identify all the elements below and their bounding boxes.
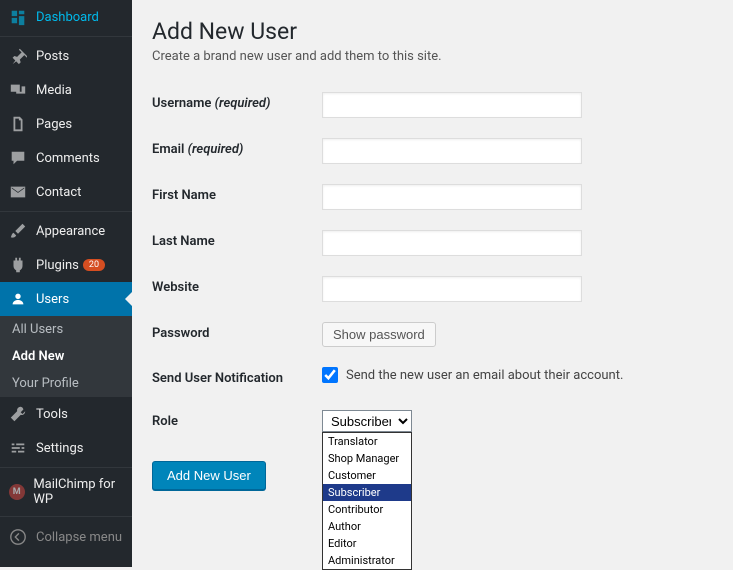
sliders-icon	[8, 438, 28, 458]
sidebar-item-pages[interactable]: Pages	[0, 107, 132, 141]
role-option-subscriber[interactable]: Subscriber	[323, 484, 411, 501]
envelope-icon	[8, 182, 28, 202]
wrench-icon	[8, 404, 28, 424]
menu-label: Comments	[36, 151, 100, 166]
role-select[interactable]: Subscriber	[322, 410, 412, 432]
brush-icon	[8, 221, 28, 241]
menu-label: Dashboard	[36, 10, 99, 25]
role-option-editor[interactable]: Editor	[323, 535, 411, 552]
role-option-contributor[interactable]: Contributor	[323, 501, 411, 518]
sidebar-item-mailchimp[interactable]: M MailChimp for WP	[0, 470, 132, 514]
menu-label: Contact	[36, 185, 81, 200]
collapse-menu[interactable]: Collapse menu	[0, 519, 132, 555]
update-badge: 20	[83, 259, 105, 271]
menu-label: Plugins	[36, 258, 79, 273]
firstname-input[interactable]	[322, 184, 582, 210]
role-option-translator[interactable]: Translator	[323, 433, 411, 450]
notification-label: Send User Notification	[152, 357, 322, 400]
role-dropdown-list: Translator Shop Manager Customer Subscri…	[322, 432, 412, 570]
sidebar-item-users[interactable]: Users	[0, 282, 132, 316]
menu-label: Users	[36, 292, 69, 307]
media-icon	[8, 80, 28, 100]
sidebar-item-plugins[interactable]: Plugins 20	[0, 248, 132, 282]
menu-label: Media	[36, 83, 72, 98]
submenu-your-profile[interactable]: Your Profile	[0, 370, 132, 397]
password-label: Password	[152, 312, 322, 357]
website-input[interactable]	[322, 276, 582, 302]
admin-sidebar: Dashboard Posts Media Pages Comments Con…	[0, 0, 132, 567]
sidebar-item-settings[interactable]: Settings	[0, 431, 132, 465]
sidebar-item-contact[interactable]: Contact	[0, 175, 132, 209]
firstname-label: First Name	[152, 174, 322, 220]
submenu-add-new[interactable]: Add New	[0, 343, 132, 370]
role-label: Role	[152, 400, 322, 443]
comments-icon	[8, 148, 28, 168]
role-option-author[interactable]: Author	[323, 518, 411, 535]
sidebar-item-dashboard[interactable]: Dashboard	[0, 0, 132, 34]
menu-label: Posts	[36, 49, 69, 64]
users-icon	[8, 289, 28, 309]
role-option-customer[interactable]: Customer	[323, 467, 411, 484]
menu-label: Tools	[36, 407, 68, 422]
role-option-shop-manager[interactable]: Shop Manager	[323, 450, 411, 467]
username-input[interactable]	[322, 92, 582, 118]
notification-checkbox[interactable]	[322, 367, 338, 383]
menu-label: Appearance	[36, 224, 105, 239]
email-label: Email (required)	[152, 128, 322, 174]
notification-text: Send the new user an email about their a…	[346, 368, 623, 383]
sidebar-item-media[interactable]: Media	[0, 73, 132, 107]
sidebar-item-tools[interactable]: Tools	[0, 397, 132, 431]
lastname-label: Last Name	[152, 220, 322, 266]
menu-label: MailChimp for WP	[33, 477, 124, 507]
notification-checkbox-label[interactable]: Send the new user an email about their a…	[322, 367, 713, 383]
menu-label: Settings	[36, 441, 83, 456]
sidebar-item-comments[interactable]: Comments	[0, 141, 132, 175]
sidebar-item-appearance[interactable]: Appearance	[0, 214, 132, 248]
add-new-user-button[interactable]: Add New User	[152, 461, 266, 490]
dashboard-icon	[8, 7, 28, 27]
page-subtitle: Create a brand new user and add them to …	[152, 49, 713, 64]
username-label: Username (required)	[152, 82, 322, 128]
plugin-icon	[8, 255, 28, 275]
collapse-icon	[8, 527, 28, 547]
website-label: Website	[152, 266, 322, 312]
page-title: Add New User	[152, 18, 713, 45]
sidebar-item-posts[interactable]: Posts	[0, 39, 132, 73]
menu-label: Pages	[36, 117, 72, 132]
pin-icon	[8, 46, 28, 66]
lastname-input[interactable]	[322, 230, 582, 256]
submenu-all-users[interactable]: All Users	[0, 316, 132, 343]
main-content: Add New User Create a brand new user and…	[132, 0, 733, 567]
role-option-administrator[interactable]: Administrator	[323, 552, 411, 569]
show-password-button[interactable]: Show password	[322, 322, 436, 347]
email-input[interactable]	[322, 138, 582, 164]
users-submenu: All Users Add New Your Profile	[0, 316, 132, 397]
pages-icon	[8, 114, 28, 134]
collapse-label: Collapse menu	[36, 530, 122, 545]
mailchimp-icon: M	[8, 482, 25, 502]
